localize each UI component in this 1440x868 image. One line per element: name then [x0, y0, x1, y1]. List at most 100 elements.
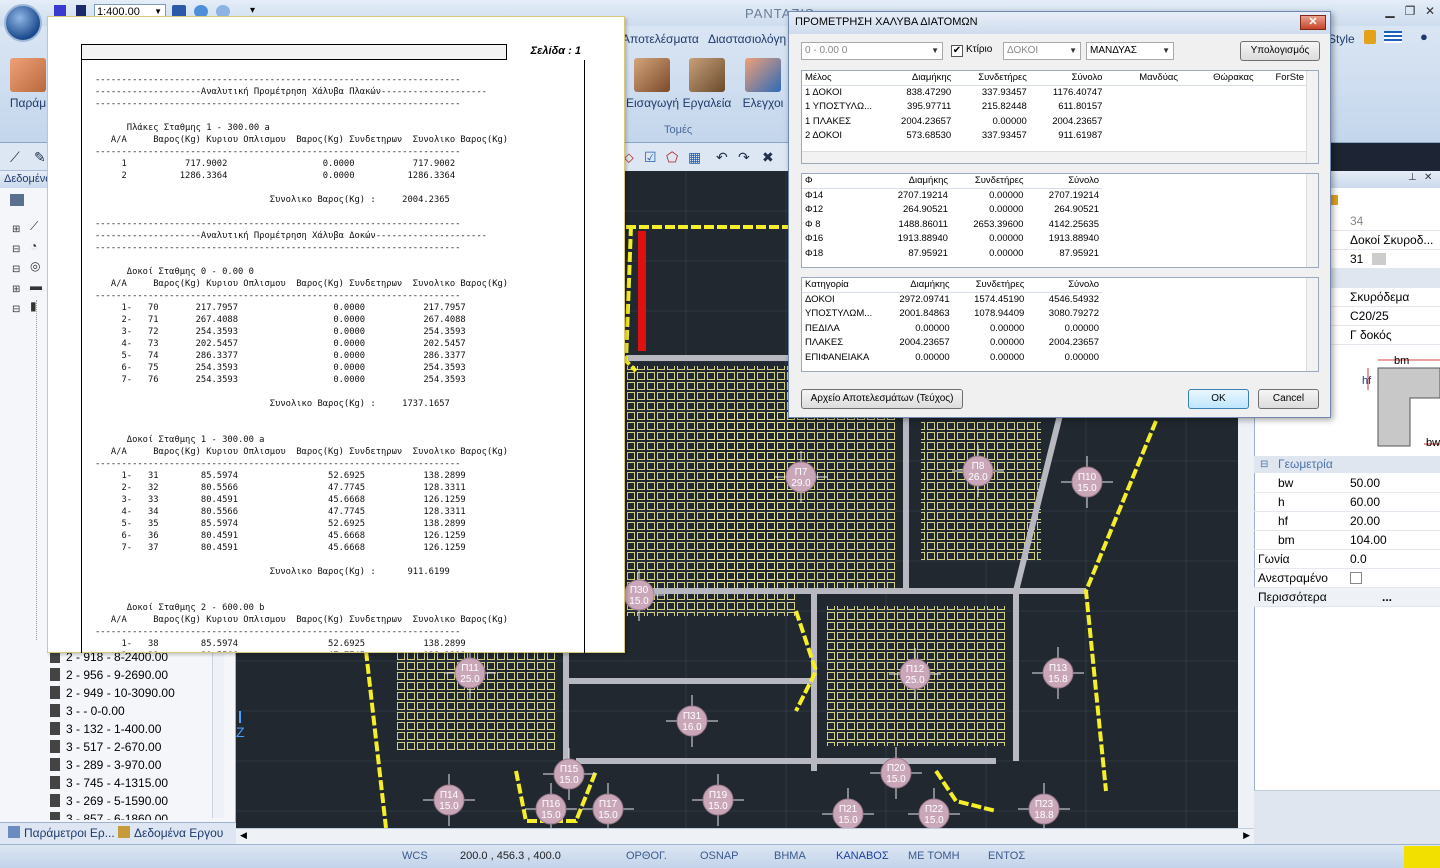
- lock-icon[interactable]: [1364, 30, 1376, 44]
- intersect-toggle[interactable]: ΜΕ ΤΟΜΗ: [908, 850, 960, 862]
- qat-dropdown-icon[interactable]: ▾: [250, 5, 255, 16]
- inside-toggle[interactable]: ΕΝΤΟΣ: [988, 850, 1025, 862]
- tree-item[interactable]: 3 - - 0-0.00: [50, 702, 125, 720]
- prop-row[interactable]: bm 104.00: [1254, 531, 1440, 550]
- more-button[interactable]: ...: [1382, 590, 1392, 604]
- inverted-checkbox[interactable]: [1350, 572, 1362, 584]
- tree-item[interactable]: 2 - 949 - 10-3090.00: [50, 684, 175, 702]
- members-vscroll[interactable]: [1306, 71, 1318, 163]
- column-header[interactable]: Συνδετήρες: [952, 278, 1028, 293]
- table-row[interactable]: 1 ΥΠΟΣΤΥΛΩ... 395.97711 215.82448 611.80157: [802, 100, 1307, 114]
- diameter-vscroll[interactable]: [1306, 174, 1318, 267]
- table-row[interactable]: ΥΠΟΣΤΥΛΩΜ... 2001.84863 1078.94409 3080.792…: [802, 307, 1102, 321]
- column-marker[interactable]: Π3116.0: [666, 695, 718, 747]
- tab-project-data[interactable]: Δεδομένα Εργου: [134, 826, 223, 840]
- column-header[interactable]: Σύνολο: [1027, 278, 1102, 293]
- grid-toggle[interactable]: ΚΑΝΑΒΟΣ: [836, 850, 889, 862]
- column-marker[interactable]: Π2015.0: [870, 747, 922, 799]
- tree-item[interactable]: 3 - 132 - 1-400.00: [50, 720, 161, 738]
- level-select[interactable]: 0 - 0.00 0 ▼: [801, 42, 943, 60]
- column-header[interactable]: Συνδετήρες: [950, 174, 1027, 189]
- table-row[interactable]: 2 ΔΟΚΟΙ 573.68530 337.93457 911.61987: [802, 129, 1307, 143]
- table-row[interactable]: ΠΕΔΙΛΑ 0.00000 0.00000 0.00000: [802, 321, 1102, 335]
- column-header[interactable]: Θώρακας: [1180, 71, 1257, 86]
- tree-item[interactable]: 3 - 289 - 3-970.00: [50, 756, 161, 774]
- cancel-button[interactable]: Cancel: [1258, 389, 1319, 409]
- column-marker[interactable]: Π1015.0: [1061, 456, 1113, 508]
- column-header[interactable]: Μέλος: [802, 71, 879, 86]
- delete-icon[interactable]: ✖: [762, 149, 774, 166]
- tree-item[interactable]: 3 - 517 - 2-670.00: [50, 738, 161, 756]
- geometry-section-header[interactable]: ⊟ Γεωμετρία: [1254, 456, 1440, 473]
- column-header[interactable]: ForSte: [1256, 71, 1307, 86]
- language-flag-icon[interactable]: [1384, 31, 1402, 43]
- column-header[interactable]: Κατηγορία: [802, 278, 878, 293]
- selected-beam[interactable]: [638, 231, 646, 351]
- tab-project-params[interactable]: Παράμετροι Ερ...: [24, 826, 115, 840]
- pin-icon[interactable]: ⊥: [1408, 172, 1417, 183]
- table-row[interactable]: ΔΟΚΟΙ 2972.09741 1574.45190 4546.54932: [802, 292, 1102, 306]
- type-select[interactable]: ΔΟΚΟΙ ▼: [1003, 42, 1081, 60]
- step-toggle[interactable]: ΒΗΜΑ: [774, 850, 806, 862]
- table-row[interactable]: ΠΛΑΚΕΣ 2004.23657 0.00000 2004.23657: [802, 336, 1102, 350]
- ortho-toggle[interactable]: ΟΡΘΟΓ.: [626, 850, 667, 862]
- column-marker[interactable]: Π2318.8: [1018, 783, 1070, 835]
- tools-button[interactable]: Εργαλεία: [682, 58, 732, 120]
- close-icon[interactable]: ✕: [1420, 4, 1440, 20]
- members-table[interactable]: Μέλος Διαμήκης Συνδετήρες Σύνολο Μανδύας Θώρα…: [801, 70, 1319, 164]
- column-header[interactable]: Διαμήκης: [878, 71, 955, 86]
- help-icon[interactable]: ●: [1420, 29, 1428, 44]
- compute-button[interactable]: Υπολογισμός: [1240, 41, 1320, 61]
- table-row[interactable]: Φ16 1913.88940 0.00000 1913.88940: [802, 232, 1102, 246]
- column-marker[interactable]: Π1415.0: [423, 774, 475, 826]
- line-tool-icon[interactable]: ⟋: [10, 149, 20, 166]
- osnap-toggle[interactable]: OSNAP: [700, 850, 739, 862]
- prop-row[interactable]: Περισσότερα...: [1254, 588, 1440, 607]
- polygon-icon[interactable]: ⬠: [666, 149, 678, 166]
- panel-close-icon[interactable]: ✕: [1424, 172, 1432, 183]
- prop-row[interactable]: bw 50.00: [1254, 474, 1440, 493]
- column-header[interactable]: Σύνολο: [1026, 174, 1102, 189]
- table-row[interactable]: 1 ΠΛΑΚΕΣ 2004.23657 0.00000 2004.23657: [802, 114, 1307, 128]
- column-header[interactable]: Μανδύας: [1105, 71, 1181, 86]
- results-archive-button[interactable]: Αρχείο Αποτελεσμάτων (Τεύχος): [801, 389, 963, 409]
- tree-scrollbar[interactable]: [212, 640, 224, 818]
- category-table[interactable]: Κατηγορία Διαμήκης Συνδετήρες Σύνολο ΔΟΚΟΙ 29…: [801, 277, 1319, 372]
- prop-row[interactable]: h 60.00: [1254, 493, 1440, 512]
- check-icon[interactable]: ☑: [644, 149, 657, 166]
- column-header[interactable]: Διαμήκης: [875, 174, 951, 189]
- color-swatch[interactable]: [1372, 253, 1386, 265]
- diameter-table[interactable]: Φ Διαμήκης Συνδετήρες Σύνολο Φ14 2707.19214 0.…: [801, 173, 1319, 268]
- restore-icon[interactable]: ❐: [1400, 4, 1420, 20]
- column-header[interactable]: Συνδετήρες: [954, 71, 1030, 86]
- tab-style[interactable]: Style: [1328, 32, 1355, 46]
- pen-tool-icon[interactable]: ✎: [34, 149, 46, 166]
- checks-button[interactable]: Ελεγχοι: [740, 58, 786, 120]
- dialog-close-button[interactable]: ✕: [1300, 15, 1326, 30]
- tree-item[interactable]: 3 - 857 - 6-1860.00: [50, 810, 168, 820]
- sleeve-select[interactable]: ΜΑΝΔΥΑΣ ▼: [1086, 42, 1174, 60]
- undo-icon[interactable]: ↶: [716, 149, 728, 166]
- ok-button[interactable]: OK: [1188, 389, 1249, 409]
- params-button[interactable]: Παράμ: [6, 58, 50, 120]
- prop-row[interactable]: hf 20.00: [1254, 512, 1440, 531]
- table-row[interactable]: Φ14 2707.19214 0.00000 2707.19214: [802, 188, 1102, 202]
- tab-results[interactable]: Αποτελέσματα: [622, 32, 699, 46]
- canvas-horizontal-scrollbar[interactable]: ◀ ▶: [236, 828, 1254, 844]
- category-vscroll[interactable]: [1306, 278, 1318, 371]
- insert-section-button[interactable]: Εισαγωγή: [626, 58, 679, 120]
- tab-design[interactable]: Διαστασιολόγη: [708, 32, 786, 46]
- grid-icon[interactable]: ▦: [688, 149, 701, 166]
- edit-icon[interactable]: [1330, 195, 1338, 205]
- tree-item[interactable]: 2 - 956 - 9-2690.00: [50, 666, 168, 684]
- collapse-icon[interactable]: ⊟: [1260, 456, 1268, 473]
- app-menu-button[interactable]: [4, 4, 42, 42]
- minimize-icon[interactable]: ▁: [1380, 4, 1400, 20]
- tree-item[interactable]: 3 - 269 - 5-1590.00: [50, 792, 168, 810]
- column-marker[interactable]: Π1915.0: [692, 774, 744, 826]
- table-row[interactable]: Φ12 264.90521 0.00000 264.90521: [802, 203, 1102, 217]
- members-hscroll[interactable]: [802, 151, 1307, 163]
- building-checkbox[interactable]: ✔: [951, 45, 963, 57]
- column-header[interactable]: Φ: [802, 174, 876, 189]
- tree-view-icon[interactable]: [10, 194, 24, 206]
